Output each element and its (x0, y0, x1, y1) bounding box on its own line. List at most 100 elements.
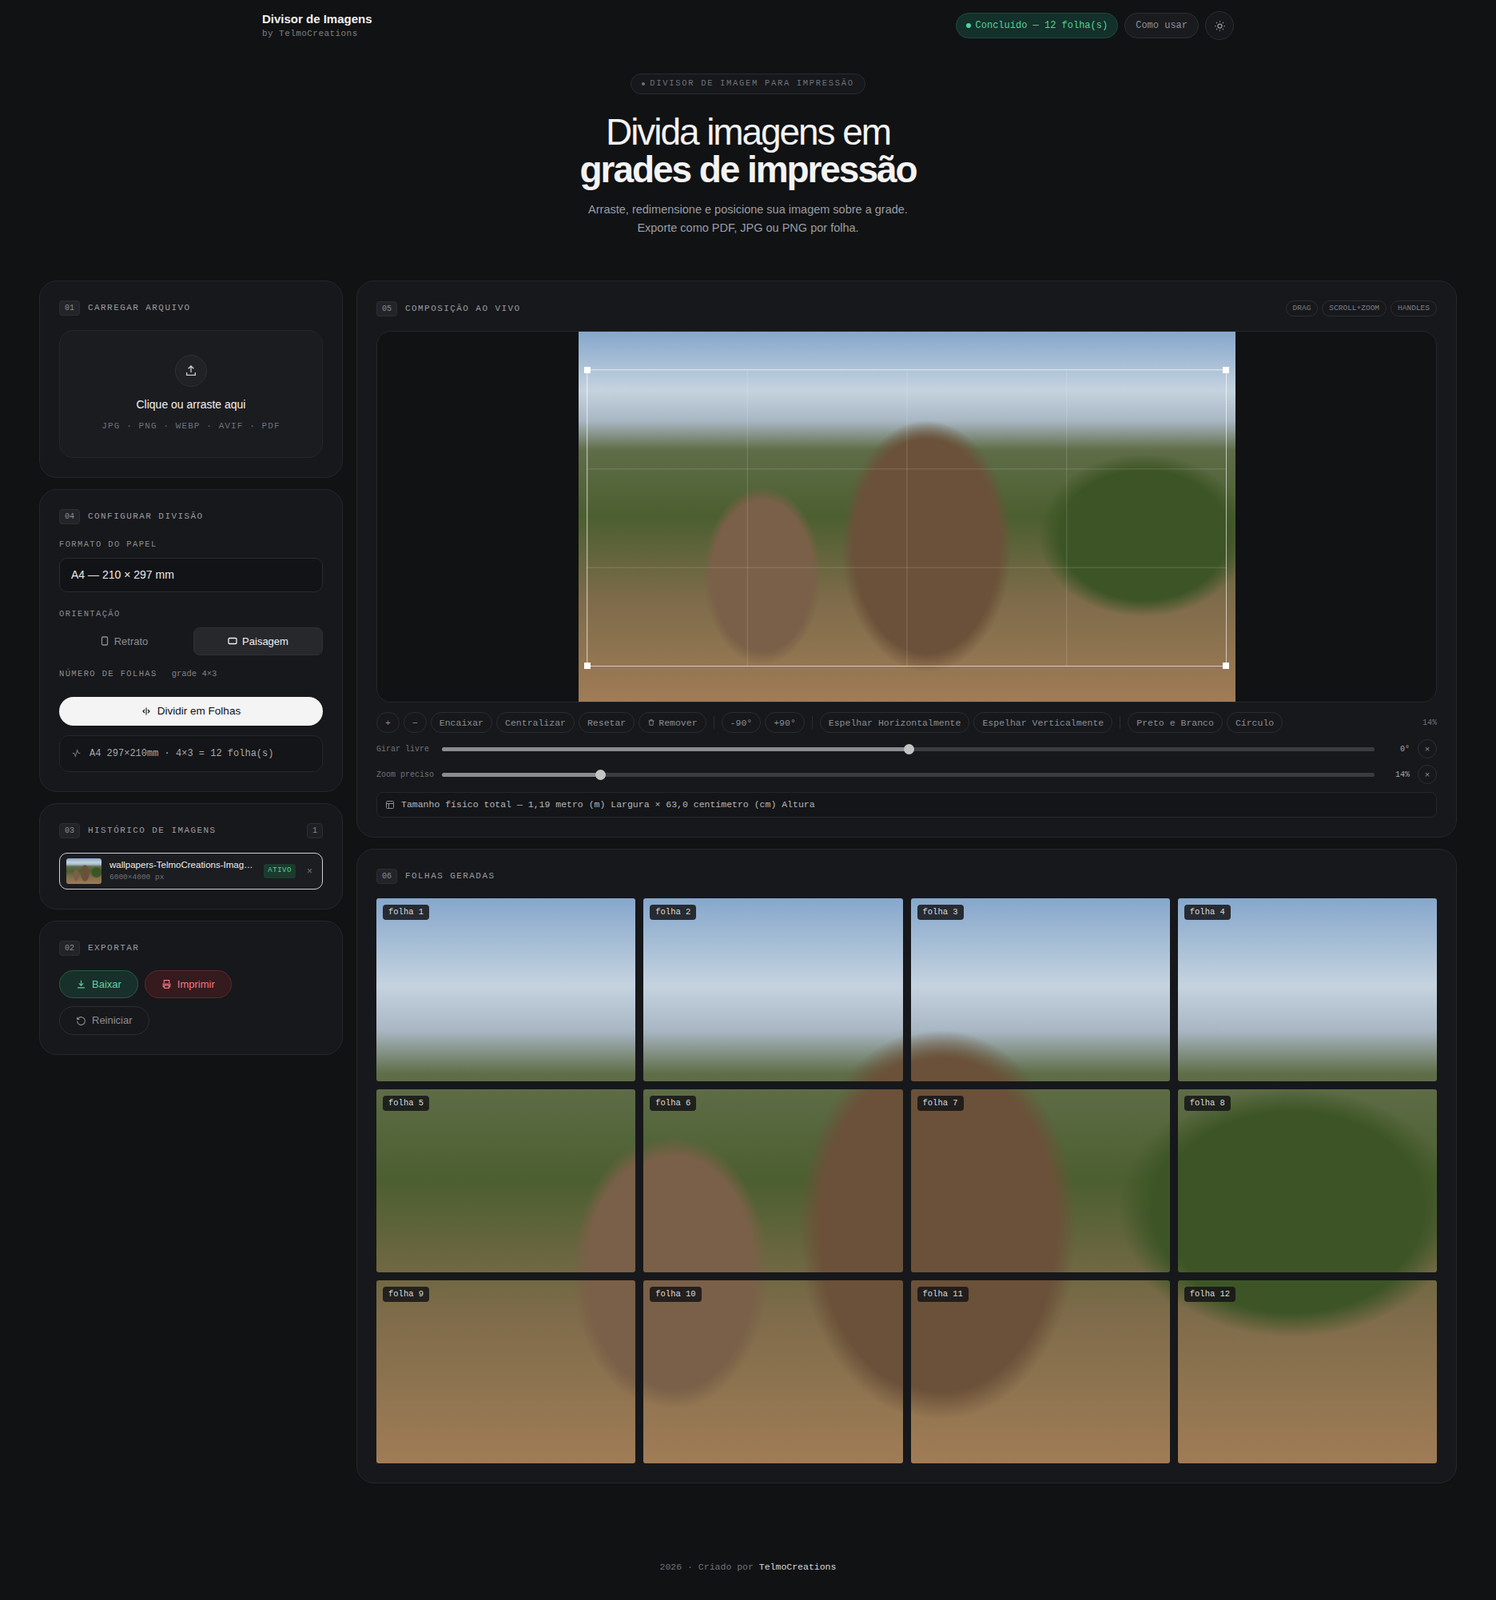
slider-reset[interactable]: × (1417, 764, 1437, 784)
orientation-label: Paisagem (242, 633, 289, 650)
sheet-label: folha 6 (649, 1095, 697, 1112)
resize-handle[interactable] (584, 662, 591, 669)
sheet-label: folha 4 (1184, 904, 1231, 921)
tool-button[interactable]: +90° (764, 712, 805, 733)
sheet-label: folha 3 (917, 904, 964, 921)
remove-button[interactable]: × (303, 863, 316, 879)
slider-thumb[interactable] (903, 744, 915, 755)
tool-button[interactable]: − (403, 712, 427, 733)
sheet-tile[interactable]: folha 11 (911, 1280, 1170, 1464)
dropzone[interactable]: Clique ou arraste aqui JPG · PNG · WEBP … (59, 330, 323, 458)
app-header: Divisor de Imagens by TelmoCreations Con… (262, 0, 1234, 40)
toolbar-separator (1119, 716, 1121, 729)
sheet-tile[interactable]: folha 5 (376, 1089, 636, 1273)
tool-button[interactable]: Preto e Branco (1127, 712, 1223, 733)
composer-image[interactable] (578, 331, 1236, 702)
history-count: 1 (306, 823, 323, 839)
tool-label: Círculo (1235, 716, 1274, 730)
hint-list: DRAGSCROLL+ZOOMHANDLES (1285, 300, 1437, 317)
crop-frame[interactable] (586, 369, 1227, 667)
footer-text: 2026 · Criado por (660, 1561, 754, 1572)
tool-button[interactable]: Remover (638, 712, 706, 733)
sheets-panel: 06FOLHAS GERADAS folha 1folha 2folha 3fo… (356, 848, 1457, 1484)
tool-button[interactable]: -90° (721, 712, 762, 733)
tool-label: Espelhar Horizontalmente (828, 716, 962, 730)
sheet-tile[interactable]: folha 7 (911, 1089, 1170, 1273)
tool-button[interactable]: Resetar (578, 712, 635, 733)
slider-reset[interactable]: × (1417, 739, 1437, 759)
tool-label: Preto e Branco (1136, 716, 1214, 730)
sheet-tile[interactable]: folha 4 (1177, 898, 1437, 1082)
print-button[interactable]: Imprimir (144, 970, 232, 999)
paper-select[interactable]: A4 — 210 × 297 mm (59, 557, 323, 593)
sheet-tile[interactable]: folha 1 (376, 898, 636, 1082)
slider-reading: 0° (1382, 743, 1410, 756)
tool-button[interactable]: Espelhar Horizontalmente (819, 712, 971, 733)
pulse-icon (71, 748, 82, 759)
slider-row: Zoom preciso 14% × (376, 764, 1437, 784)
header-actions: Concluído — 12 folha(s) Como usar (955, 11, 1234, 40)
section-head: 05COMPOSIÇÃO AO VIVODRAGSCROLL+ZOOMHANDL… (376, 300, 1437, 317)
theme-toggle[interactable] (1205, 11, 1234, 40)
sheet-tile[interactable]: folha 12 (1177, 1280, 1437, 1464)
slider-track[interactable] (441, 772, 1375, 777)
left-column: 01CARREGAR ARQUIVO Clique ou arraste aqu… (39, 280, 343, 1055)
reset-button[interactable]: Reiniciar (59, 1006, 150, 1035)
sheets-value[interactable]: grade 4×3 (171, 668, 218, 681)
footer-brand: TelmoCreations (759, 1561, 837, 1572)
tool-label: Espelhar Verticalmente (982, 716, 1104, 730)
tool-button[interactable]: Espelhar Verticalmente (973, 712, 1113, 733)
hero-title-line: grades de impressão (0, 151, 1496, 189)
size-info: Tamanho físico total — 1,19 metro (m) La… (376, 791, 1437, 817)
size-info-text: Tamanho físico total — 1,19 metro (m) La… (401, 797, 816, 812)
split-icon (141, 706, 152, 717)
tool-label: +90° (773, 716, 796, 730)
subtitle-line: Exporte como PDF, JPG ou PNG por folha. (0, 218, 1496, 238)
divide-label: Dividir em Folhas (157, 703, 241, 720)
divide-button[interactable]: Dividir em Folhas (59, 696, 323, 726)
eyebrow-text: DIVISOR DE IMAGEM PARA IMPRESSÃO (649, 77, 854, 91)
sheet-tile[interactable]: folha 3 (911, 898, 1170, 1082)
sheet-label: folha 7 (917, 1095, 964, 1112)
slider-thumb[interactable] (595, 769, 606, 780)
printer-icon (161, 978, 172, 990)
upload-panel: 01CARREGAR ARQUIVO Clique ou arraste aqu… (39, 280, 343, 478)
frame-icon (385, 799, 395, 810)
download-icon (75, 978, 87, 990)
hero: DIVISOR DE IMAGEM PARA IMPRESSÃO Divida … (0, 71, 1496, 238)
resize-handle[interactable] (1222, 366, 1230, 374)
composer-canvas[interactable] (376, 330, 1437, 703)
summary-text: A4 297×210mm · 4×3 = 12 folha(s) (89, 746, 274, 761)
brand: Divisor de Imagens by TelmoCreations (262, 11, 373, 40)
sheet-tile[interactable]: folha 10 (643, 1280, 903, 1464)
sheet-tile[interactable]: folha 9 (376, 1280, 636, 1464)
app-byline: by TelmoCreations (262, 27, 373, 41)
help-button[interactable]: Como usar (1124, 12, 1199, 39)
slider-reading: 14% (1382, 768, 1410, 781)
tool-button[interactable]: + (376, 712, 400, 733)
tool-button[interactable]: Círculo (1226, 712, 1283, 733)
section-title: FOLHAS GERADAS (405, 869, 495, 884)
section-number: 04 (59, 509, 80, 525)
slider-track[interactable] (441, 747, 1375, 752)
history-item[interactable]: wallpapers-TelmoCreations-Imag…6000×4000… (59, 852, 323, 890)
sheets-label: NÚMERO DE FOLHAS (59, 668, 158, 681)
sheet-tile[interactable]: folha 2 (643, 898, 903, 1082)
section-number: 03 (59, 823, 80, 839)
sheet-grid: folha 1folha 2folha 3folha 4folha 5folha… (376, 898, 1437, 1464)
orientation-option[interactable]: Paisagem (193, 627, 323, 657)
resize-handle[interactable] (584, 366, 591, 374)
slider-label: Zoom preciso (376, 768, 434, 781)
sheet-tile[interactable]: folha 8 (1177, 1089, 1437, 1273)
orientation-toggle: Retrato Paisagem (59, 627, 323, 657)
zoom-readout: 14% (1422, 716, 1437, 729)
tool-label: Remover (658, 716, 697, 730)
tool-button[interactable]: Centralizar (496, 712, 575, 733)
download-button[interactable]: Baixar (59, 970, 139, 999)
reset-icon (75, 1015, 87, 1027)
tool-button[interactable]: Encaixar (430, 712, 493, 733)
orientation-option[interactable]: Retrato (59, 627, 189, 657)
sheet-tile[interactable]: folha 6 (643, 1089, 903, 1273)
hero-subtitle: Arraste, redimensione e posicione sua im… (0, 200, 1496, 238)
resize-handle[interactable] (1222, 662, 1230, 669)
